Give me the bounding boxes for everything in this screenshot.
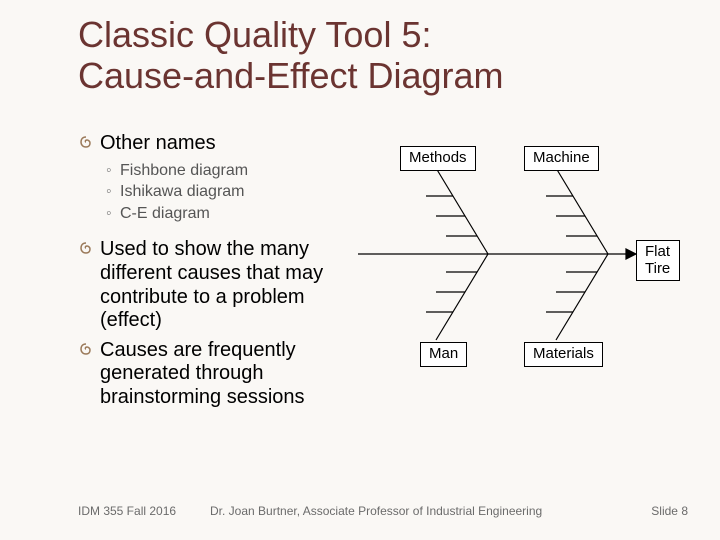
category-box-methods: Methods	[400, 146, 476, 171]
title-line-2: Cause-and-Effect Diagram	[78, 55, 504, 96]
bullet-causes: Causes are frequently generated through …	[78, 339, 348, 410]
category-box-machine: Machine	[524, 146, 599, 171]
body-text: Other names Fishbone diagram Ishikawa di…	[78, 132, 348, 414]
swirl-icon	[78, 240, 94, 256]
footer-slide-number: Slide 8	[651, 504, 688, 518]
bullet-text: Used to show the many different causes t…	[100, 238, 323, 331]
sub-bullet: Fishbone diagram	[106, 160, 348, 182]
category-box-man: Man	[420, 342, 467, 367]
category-box-materials: Materials	[524, 342, 603, 367]
bullet-other-names: Other names	[78, 132, 348, 156]
effect-line-1: Flat	[645, 243, 670, 260]
bullet-used-to-show: Used to show the many different causes t…	[78, 238, 348, 332]
slide: Classic Quality Tool 5: Cause-and-Effect…	[0, 0, 720, 540]
swirl-icon	[78, 134, 94, 150]
effect-box: Flat Tire	[636, 240, 680, 281]
sub-bullet-list: Fishbone diagram Ishikawa diagram C-E di…	[106, 160, 348, 225]
footer-course: IDM 355 Fall 2016	[78, 504, 176, 518]
bullet-text: Causes are frequently generated through …	[100, 339, 305, 408]
effect-line-2: Tire	[645, 260, 670, 277]
footer-author: Dr. Joan Burtner, Associate Professor of…	[210, 504, 610, 518]
swirl-icon	[78, 341, 94, 357]
title-line-1: Classic Quality Tool 5:	[78, 14, 431, 55]
bullet-text: Other names	[100, 132, 216, 154]
fishbone-diagram: Methods Machine Man Materials Flat Tire	[358, 146, 698, 396]
sub-bullet: Ishikawa diagram	[106, 181, 348, 203]
sub-bullet: C-E diagram	[106, 203, 348, 225]
slide-title: Classic Quality Tool 5: Cause-and-Effect…	[78, 14, 638, 97]
